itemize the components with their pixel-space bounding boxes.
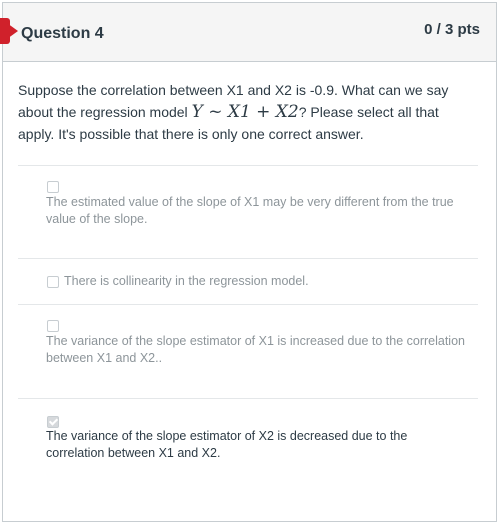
answer-1-label: The estimated value of the slope of X1 m… bbox=[46, 195, 454, 226]
divider bbox=[18, 304, 478, 305]
regression-formula: Y ~ X1 + X2 bbox=[191, 102, 299, 122]
answer-1-checkbox[interactable] bbox=[47, 181, 59, 193]
answer-2-checkbox[interactable] bbox=[47, 276, 59, 288]
answer-2-label: There is collinearity in the regression … bbox=[64, 274, 309, 288]
question-points: 0 / 3 pts bbox=[424, 21, 480, 38]
question-text: Suppose the correlation between X1 and X… bbox=[18, 79, 473, 145]
question-header: Question 4 0 / 3 pts bbox=[0, 3, 496, 62]
answer-4-label: The variance of the slope estimator of X… bbox=[46, 429, 408, 460]
flag-point-icon bbox=[0, 18, 18, 44]
divider bbox=[18, 398, 478, 399]
divider bbox=[18, 165, 478, 166]
answer-4-checkbox[interactable] bbox=[47, 416, 59, 428]
answer-3-checkbox[interactable] bbox=[47, 320, 59, 332]
answer-3-label: The variance of the slope estimator of X… bbox=[46, 334, 465, 365]
divider bbox=[18, 258, 478, 259]
question-title: Question 4 bbox=[21, 25, 104, 42]
